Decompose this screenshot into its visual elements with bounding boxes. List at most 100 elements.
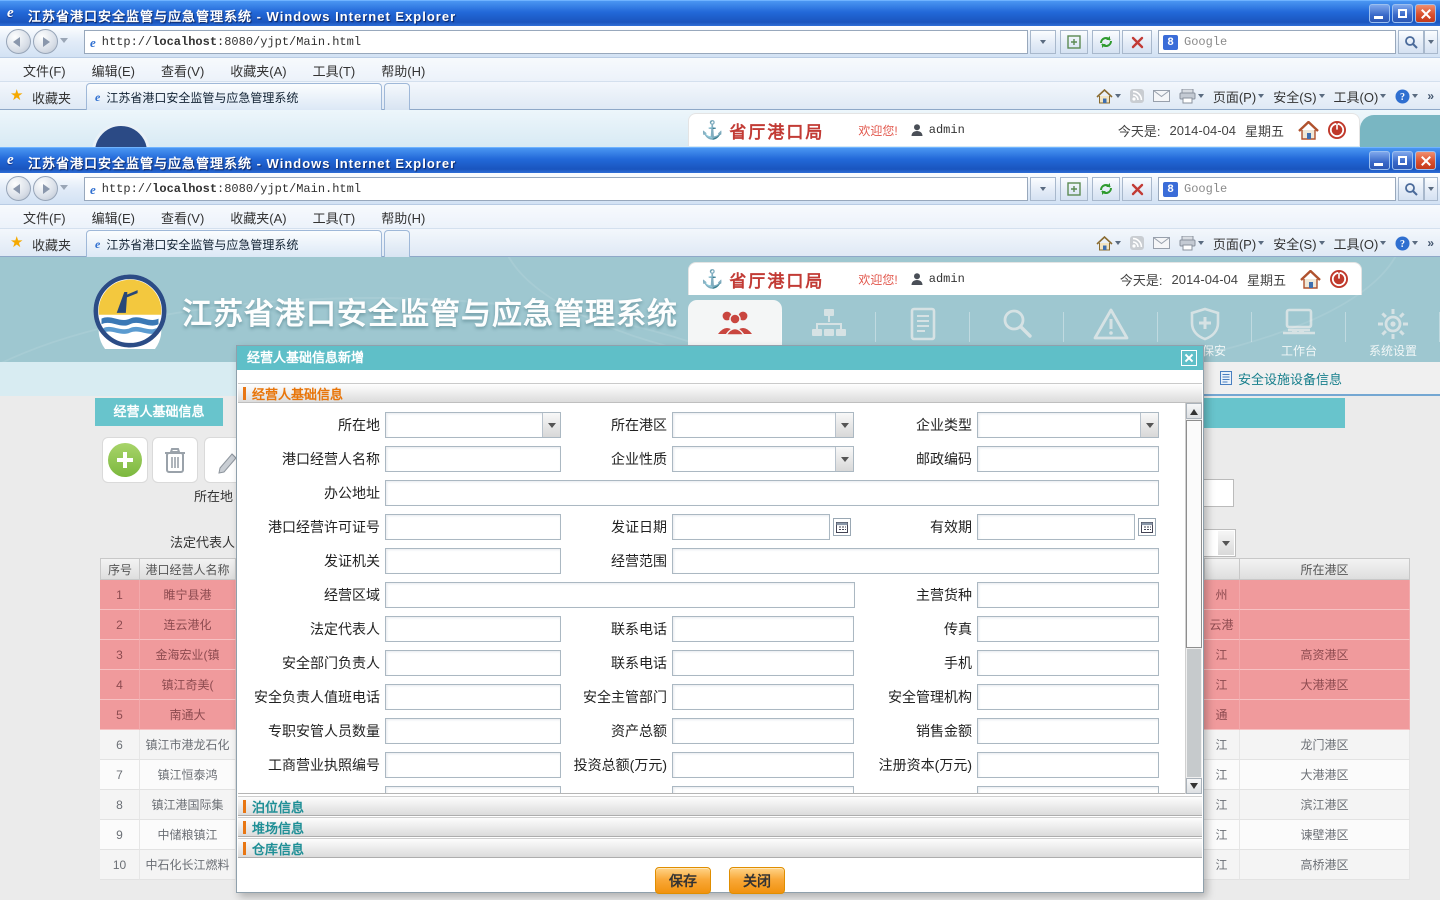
nav-item-系统设置[interactable]: 系统设置 [1346,300,1440,362]
dropdown-button[interactable] [1218,531,1234,555]
address-input[interactable]: e http://localhost:8080/yjpt/Main.html [84,30,1028,54]
table-row[interactable]: 5南通大 [100,700,236,730]
table-row[interactable]: 4镇江奇美( [100,670,236,700]
page-menu-button[interactable]: 页面(P) [1213,87,1264,106]
page-menu-button[interactable]: 页面(P) [1213,234,1264,253]
menu-item[interactable]: 收藏夹(A) [217,61,299,80]
table-row[interactable]: 江高资港区 [1204,640,1410,670]
bg-input-fragment[interactable] [1204,479,1234,507]
favorites-label[interactable]: 收藏夹 [32,235,71,254]
bg-select-fragment[interactable] [1204,529,1236,557]
delete-button[interactable] [152,437,198,483]
scroll-down-button[interactable] [1186,778,1202,794]
maximize-button[interactable] [1392,151,1413,170]
home-icon[interactable] [1298,121,1319,140]
input-港口经营许可证号[interactable] [385,514,561,540]
column-header[interactable]: 所在港区 [1240,558,1410,580]
calendar-icon[interactable] [1138,518,1156,536]
table-row[interactable]: 江滨江港区 [1204,790,1410,820]
help-button[interactable]: ? [1395,236,1418,251]
section-header[interactable]: 经营人基础信息 [238,383,1202,403]
favorites-star-icon[interactable]: ★ [10,233,23,251]
home-icon[interactable] [1300,270,1321,289]
mail-button[interactable] [1153,90,1170,102]
stop-button[interactable] [1122,30,1152,54]
input-安全部门负责人[interactable] [385,650,561,676]
input-有效期[interactable] [977,514,1135,540]
input-联系电话[interactable] [672,616,854,642]
add-button[interactable] [102,437,148,483]
refresh-button[interactable] [1092,30,1120,54]
table-row[interactable]: 江大港港区 [1204,760,1410,790]
left-tab-title[interactable]: 经营人基础信息 [95,398,223,426]
table-row[interactable]: 江大港港区 [1204,670,1410,700]
input-资产总额[interactable] [672,718,854,744]
table-row[interactable]: 1睢宁县港 [100,580,236,610]
power-icon[interactable] [1327,120,1347,140]
home-button[interactable] [1096,236,1121,251]
power-icon[interactable] [1329,269,1349,289]
print-button[interactable] [1179,236,1204,251]
table-row[interactable]: 州 [1204,580,1410,610]
feeds-button[interactable] [1130,236,1144,250]
input-办公地址[interactable] [385,480,1159,506]
history-dropdown-icon[interactable] [60,185,68,194]
input-安全主管部门[interactable] [672,684,854,710]
search-input[interactable]: 8 Google [1158,30,1396,54]
accordion-header-泊位信息[interactable]: 泊位信息 [238,796,1202,816]
accordion-header-仓库信息[interactable]: 仓库信息 [238,838,1202,858]
forward-button[interactable] [33,176,58,201]
browser-tab[interactable]: e 江苏省港口安全监管与应急管理系统 [86,230,382,257]
scroll-up-button[interactable] [1186,403,1202,419]
refresh-button[interactable] [1092,177,1120,201]
right-menu-item[interactable]: 安全设施设备信息 [1238,369,1342,388]
table-row[interactable]: 6镇江市港龙石化 [100,730,236,760]
menu-item[interactable]: 工具(T) [300,208,369,227]
column-header[interactable]: 港口经营人名称 [140,558,236,580]
table-row[interactable]: 通 [1204,700,1410,730]
select-所在港区[interactable] [672,412,854,438]
menu-item[interactable]: 收藏夹(A) [217,208,299,227]
select-企业性质[interactable] [672,446,854,472]
select-所在地[interactable] [385,412,561,438]
table-row[interactable]: 10中石化长江燃料 [100,850,236,880]
input-安全负责人值班电话[interactable] [385,684,561,710]
input-专职安管人员数量[interactable] [385,718,561,744]
favorites-star-icon[interactable]: ★ [10,86,23,104]
nav-item-工作台[interactable]: 工作台 [1252,300,1346,362]
table-row[interactable]: 江龙门港区 [1204,730,1410,760]
tools-menu-button[interactable]: 工具(O) [1334,234,1387,253]
compatibility-view-button[interactable] [1060,30,1088,54]
forward-button[interactable] [33,29,58,54]
dropdown-button[interactable] [835,447,853,471]
input-经营范围[interactable] [672,548,1159,574]
input-field[interactable] [977,786,1159,794]
menu-item[interactable]: 帮助(H) [368,61,438,80]
table-row[interactable]: 8镇江港国际集 [100,790,236,820]
search-dropdown-icon[interactable] [1424,30,1438,54]
search-button[interactable] [1398,30,1424,54]
input-安全管理机构[interactable] [977,684,1159,710]
search-dropdown-icon[interactable] [1424,177,1438,201]
feeds-button[interactable] [1130,89,1144,103]
compatibility-view-button[interactable] [1060,177,1088,201]
table-row[interactable]: 9中储粮镇江 [100,820,236,850]
table-row[interactable]: 云港 [1204,610,1410,640]
overflow-chevron-icon[interactable]: » [1427,236,1434,250]
safety-menu-button[interactable]: 安全(S) [1273,234,1324,253]
table-row[interactable]: 7镇江恒泰鸿 [100,760,236,790]
dropdown-button[interactable] [1140,413,1158,437]
close-button[interactable] [1415,4,1436,23]
close-button[interactable]: 关闭 [729,867,785,894]
table-row[interactable]: 2连云港化 [100,610,236,640]
browser-tab[interactable]: e 江苏省港口安全监管与应急管理系统 [86,83,382,110]
menu-item[interactable]: 查看(V) [148,208,217,227]
table-row[interactable]: 江谏壁港区 [1204,820,1410,850]
search-button[interactable] [1398,177,1424,201]
input-邮政编码[interactable] [977,446,1159,472]
search-input[interactable]: 8 Google [1158,177,1396,201]
input-工商营业执照编号[interactable] [385,752,561,778]
address-dropdown-button[interactable] [1030,30,1056,54]
table-row[interactable]: 江高桥港区 [1204,850,1410,880]
address-dropdown-button[interactable] [1030,177,1056,201]
